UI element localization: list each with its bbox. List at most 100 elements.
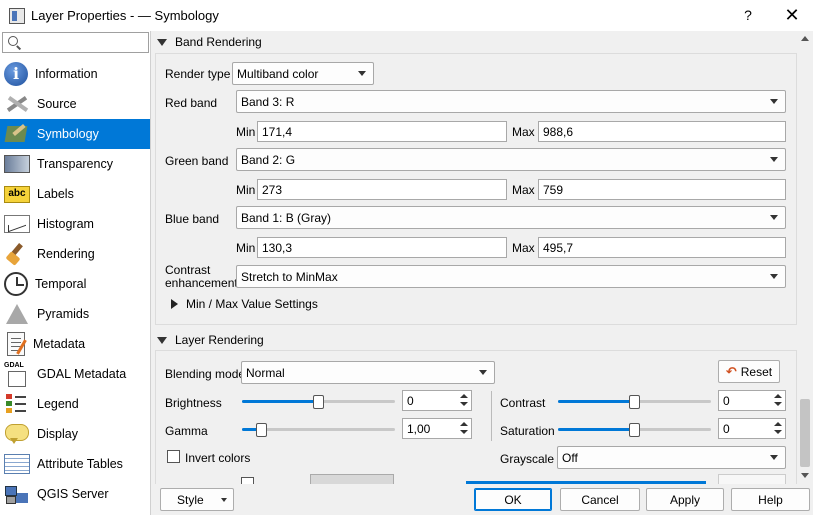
blue-band-select[interactable]: Band 1: B (Gray) [236, 206, 786, 229]
style-label: Style [177, 492, 204, 507]
sidebar-item-transparency[interactable]: Transparency [0, 149, 150, 179]
strength-spinbox[interactable] [718, 474, 786, 484]
chevron-down-icon [770, 157, 778, 162]
scroll-thumb[interactable] [800, 399, 810, 467]
scroll-up-icon[interactable] [797, 35, 813, 43]
labels-icon [4, 182, 30, 206]
sidebar-item-gdal-metadata[interactable]: GDAL Metadata [0, 359, 150, 389]
symbology-panel: Band Rendering Render type Multiband col… [151, 31, 797, 484]
close-icon[interactable]: ✕ [780, 3, 804, 27]
vertical-scrollbar[interactable] [797, 31, 813, 484]
blending-mode-select[interactable]: Normal [241, 361, 495, 384]
render-type-select[interactable]: Multiband color [232, 62, 374, 85]
green-min-label: Min [236, 183, 256, 197]
apply-button[interactable]: Apply [646, 488, 724, 511]
green-max-value: 759 [543, 182, 564, 197]
layer-properties-icon [9, 7, 25, 24]
reset-button[interactable]: ↶ Reset [718, 360, 780, 383]
attribute-tables-icon [4, 454, 30, 474]
minmax-settings-label: Min / Max Value Settings [186, 297, 318, 311]
histogram-icon [4, 215, 30, 233]
sidebar-item-histogram[interactable]: Histogram [0, 209, 150, 239]
help-icon[interactable]: ? [738, 5, 758, 25]
blue-max-input[interactable]: 495,7 [538, 237, 786, 258]
scroll-down-icon[interactable] [797, 472, 813, 480]
slider-handle[interactable] [313, 395, 324, 409]
red-min-input[interactable]: 171,4 [257, 121, 507, 142]
sidebar-item-attribute-tables[interactable]: Attribute Tables [0, 449, 150, 479]
gamma-label: Gamma [165, 424, 208, 438]
sidebar-item-label: Information [35, 67, 98, 81]
invert-colors-checkbox[interactable] [167, 450, 180, 463]
contrast-label-line2: enhancement [165, 276, 238, 290]
contrast-enhancement-value: Stretch to MinMax [241, 269, 338, 284]
colorize-checkbox[interactable] [241, 477, 254, 484]
gdal-metadata-icon [4, 362, 30, 387]
band-rendering-header[interactable]: Band Rendering [155, 32, 262, 52]
contrast-value: 0 [723, 393, 730, 408]
spin-down-icon[interactable] [458, 428, 470, 437]
render-type-label: Render type [165, 67, 231, 81]
blue-band-value: Band 1: B (Gray) [241, 210, 332, 225]
slider-handle[interactable] [629, 395, 640, 409]
saturation-slider[interactable] [558, 423, 711, 437]
help-button[interactable]: Help [731, 488, 810, 511]
saturation-value: 0 [723, 421, 730, 436]
red-max-input[interactable]: 988,6 [538, 121, 786, 142]
minmax-settings-toggle[interactable]: Min / Max Value Settings [171, 297, 318, 311]
sidebar-item-rendering[interactable]: Rendering [0, 239, 150, 269]
layer-rendering-header[interactable]: Layer Rendering [155, 330, 264, 350]
contrast-slider[interactable] [558, 395, 711, 409]
spin-down-icon[interactable] [772, 400, 784, 409]
sidebar-item-pyramids[interactable]: Pyramids [0, 299, 150, 329]
collapse-arrow-icon [157, 38, 167, 46]
sidebar-item-label: Transparency [37, 157, 113, 171]
sidebar-item-metadata[interactable]: Metadata [0, 329, 150, 359]
colorize-swatch[interactable] [310, 474, 394, 484]
cancel-button[interactable]: Cancel [560, 488, 640, 511]
blending-mode-label: Blending mode [165, 367, 246, 381]
green-band-value: Band 2: G [241, 152, 296, 167]
red-band-select[interactable]: Band 3: R [236, 90, 786, 113]
symbology-icon [4, 122, 30, 146]
sidebar-item-information[interactable]: Information [0, 59, 150, 89]
search-box[interactable] [2, 32, 149, 53]
chevron-down-icon [221, 498, 227, 502]
grayscale-select[interactable]: Off [557, 446, 786, 469]
gamma-slider[interactable] [242, 423, 395, 437]
spin-down-icon[interactable] [458, 400, 470, 409]
sidebar-item-label: Rendering [37, 247, 95, 261]
spin-down-icon[interactable] [772, 428, 784, 437]
slider-fill [242, 400, 318, 403]
sidebar-item-source[interactable]: Source [0, 89, 150, 119]
cancel-label: Cancel [581, 492, 619, 507]
contrast-spinbox[interactable]: 0 [718, 390, 786, 411]
ok-button[interactable]: OK [474, 488, 552, 511]
brightness-spinbox[interactable]: 0 [402, 390, 472, 411]
sidebar-item-labels[interactable]: Labels [0, 179, 150, 209]
green-min-input[interactable]: 273 [257, 179, 507, 200]
sidebar-item-label: Temporal [35, 277, 87, 291]
search-input[interactable] [23, 34, 143, 51]
green-max-input[interactable]: 759 [538, 179, 786, 200]
green-band-select[interactable]: Band 2: G [236, 148, 786, 171]
red-band-value: Band 3: R [241, 94, 295, 109]
transparency-icon [4, 155, 30, 173]
sidebar-item-label: Metadata [33, 337, 86, 351]
legend-icon [4, 392, 30, 416]
slider-handle[interactable] [629, 423, 640, 437]
style-button[interactable]: Style [160, 488, 234, 511]
sidebar-item-symbology[interactable]: Symbology [0, 119, 150, 149]
sidebar-item-label: Symbology [37, 127, 99, 141]
slider-handle[interactable] [256, 423, 267, 437]
sidebar-item-qgis-server[interactable]: QGIS Server [0, 479, 150, 509]
contrast-enhancement-select[interactable]: Stretch to MinMax [236, 265, 786, 288]
sidebar-item-display[interactable]: Display [0, 419, 150, 449]
gamma-spinbox[interactable]: 1,00 [402, 418, 472, 439]
brightness-slider[interactable] [242, 395, 395, 409]
saturation-spinbox[interactable]: 0 [718, 418, 786, 439]
sidebar-item-temporal[interactable]: Temporal [0, 269, 150, 299]
sidebar-item-legend[interactable]: Legend [0, 389, 150, 419]
blending-mode-value: Normal [246, 365, 285, 380]
blue-min-input[interactable]: 130,3 [257, 237, 507, 258]
